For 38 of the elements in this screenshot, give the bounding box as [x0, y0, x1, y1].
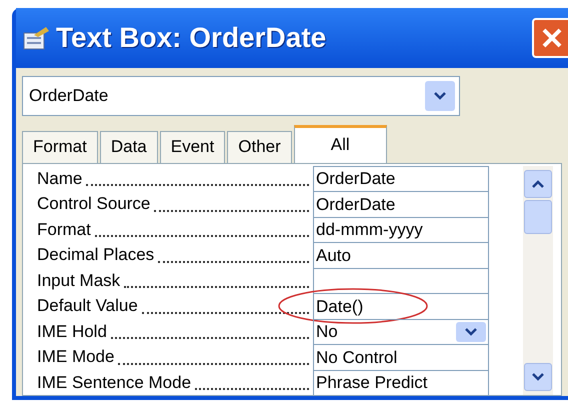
property-label: Input Mask: [37, 270, 120, 292]
property-field[interactable]: Date(): [313, 293, 489, 318]
tab[interactable]: Format: [22, 130, 98, 162]
property-field[interactable]: [313, 268, 489, 293]
close-button[interactable]: [532, 18, 568, 58]
property-field[interactable]: dd-mmm-yyyy: [313, 216, 489, 242]
property-field[interactable]: Phrase Predict: [313, 370, 489, 395]
property-field[interactable]: No Control: [313, 344, 489, 370]
tab[interactable]: All: [294, 124, 387, 162]
dropdown-button[interactable]: [456, 322, 486, 342]
property-label: IME Mode: [37, 346, 114, 368]
window-title: Text Box: OrderDate: [56, 20, 326, 55]
object-selector[interactable]: OrderDate: [22, 76, 460, 116]
close-icon: [541, 26, 563, 49]
chevron-down-icon: [532, 373, 544, 381]
tab[interactable]: Data: [100, 130, 158, 162]
property-dropdown[interactable]: No: [313, 318, 489, 344]
scroll-down-button[interactable]: [524, 363, 552, 391]
chevron-down-icon: [434, 92, 446, 100]
property-field[interactable]: Auto: [313, 242, 489, 268]
property-label: IME Hold: [37, 320, 107, 342]
dropdown-button[interactable]: [425, 80, 455, 110]
chevron-up-icon: [532, 180, 544, 188]
property-label: Decimal Places: [37, 244, 154, 266]
property-label: IME Sentence Mode: [37, 372, 192, 394]
property-label: Control Source: [37, 193, 150, 215]
tab[interactable]: Other: [227, 130, 292, 162]
tab[interactable]: Event: [160, 130, 226, 162]
property-label: Default Value: [37, 295, 138, 317]
chevron-down-icon: [465, 328, 477, 336]
form-icon: [22, 24, 50, 51]
scrollbar[interactable]: [523, 166, 553, 395]
property-field[interactable]: OrderDate: [313, 166, 489, 191]
scroll-up-button[interactable]: [524, 170, 552, 198]
property-label: Format: [37, 218, 91, 240]
property-field[interactable]: OrderDate: [313, 191, 489, 216]
scroll-thumb[interactable]: [524, 200, 552, 234]
property-label: Name: [37, 168, 82, 190]
